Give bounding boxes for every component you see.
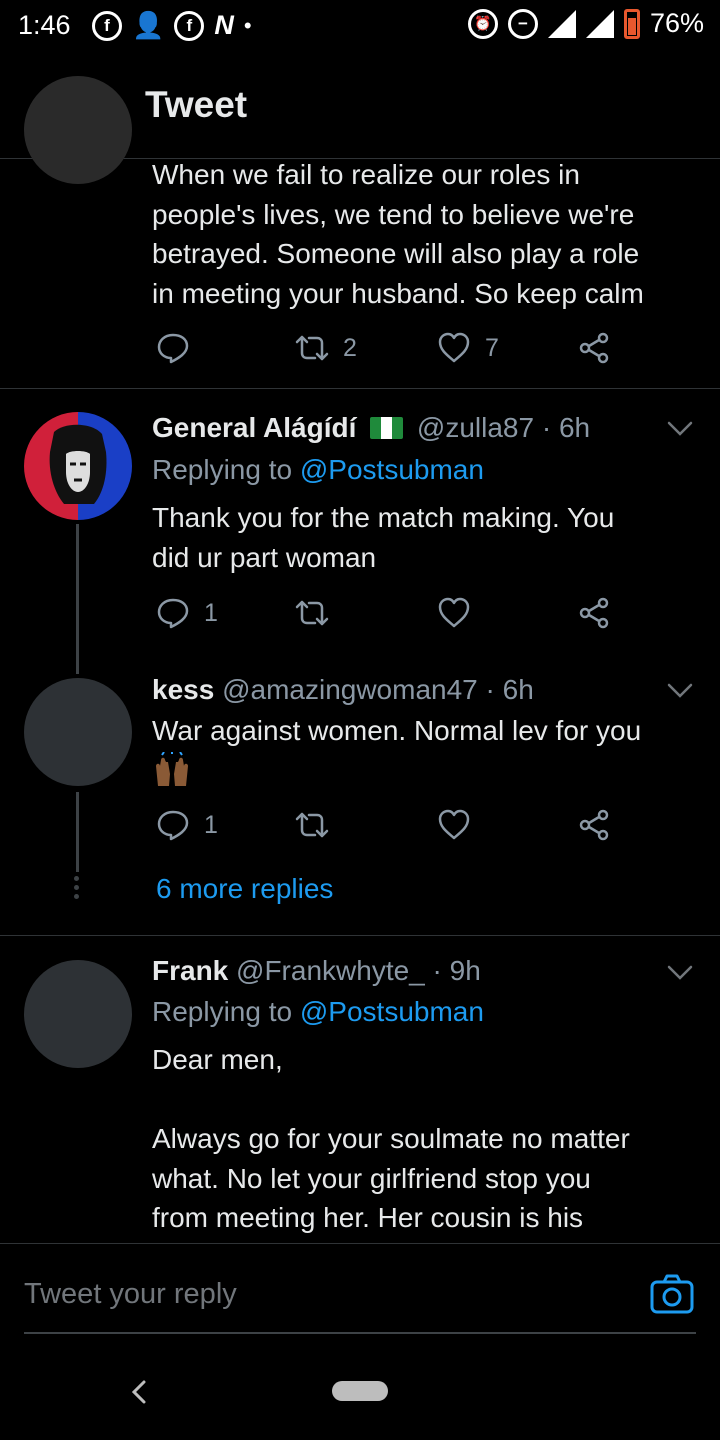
reply-button[interactable]: 1: [156, 596, 218, 630]
status-bar: 1:46 f 👤 f N • ⏰ − 76%: [0, 0, 720, 52]
share-button[interactable]: [577, 808, 611, 842]
page-title: Tweet: [145, 84, 248, 125]
display-name[interactable]: Frank: [152, 955, 228, 986]
divider: [0, 388, 720, 389]
avatar[interactable]: [24, 412, 132, 520]
thread-line: [76, 524, 79, 674]
reply-input[interactable]: Tweet your reply: [24, 1278, 237, 1311]
reply-text: War against women. Normal lev for you: [152, 715, 642, 746]
nigeria-flag-icon: [370, 417, 404, 439]
handle-time[interactable]: @zulla87 · 6h: [417, 412, 590, 443]
retweet-button[interactable]: 2: [295, 331, 357, 365]
handle-time[interactable]: @amazingwoman47 · 6h: [222, 674, 534, 705]
avatar[interactable]: [24, 960, 132, 1068]
reply-icon: [157, 333, 189, 364]
dot-icon: •: [243, 12, 252, 38]
replying-to: Replying to @Postsubman: [152, 996, 484, 1028]
reply-button[interactable]: 1: [156, 808, 218, 842]
heart-icon: [438, 332, 470, 363]
reply-underline: [24, 1332, 696, 1334]
do-not-disturb-icon: −: [507, 8, 538, 39]
camera-icon[interactable]: [650, 1274, 694, 1314]
more-replies-link[interactable]: 6 more replies: [156, 873, 333, 905]
reply-button[interactable]: [156, 331, 190, 365]
reply-count: 1: [204, 810, 218, 839]
reply-text: Dear men, Always go for your soulmate no…: [152, 1044, 630, 1233]
tweet-actions: 1: [152, 596, 622, 636]
chevron-down-icon[interactable]: [666, 414, 694, 442]
facebook-icon: f: [92, 10, 122, 41]
reply-icon: [157, 598, 189, 629]
reply-header: kess @amazingwoman47 · 6h: [152, 674, 534, 706]
thread-dots: [74, 876, 80, 900]
like-button[interactable]: [437, 596, 471, 630]
replying-to-prefix: Replying to: [152, 454, 300, 485]
home-pill[interactable]: [332, 1381, 388, 1401]
like-button[interactable]: 7: [437, 331, 499, 365]
tweet-text: When we fail to realize our roles in peo…: [152, 159, 644, 309]
retweet-icon: [295, 812, 329, 838]
display-name[interactable]: General Alágídí: [152, 412, 356, 443]
replying-to-link[interactable]: @Postsubman: [300, 454, 484, 485]
battery-level: 76%: [649, 8, 704, 38]
notification-icons: f 👤 f N •: [92, 10, 252, 41]
system-back-icon[interactable]: [128, 1378, 152, 1406]
like-button[interactable]: [437, 808, 471, 842]
display-name[interactable]: kess: [152, 674, 214, 705]
replying-to: Replying to @Postsubman: [152, 454, 484, 486]
chevron-down-icon[interactable]: [666, 958, 694, 986]
retweet-button[interactable]: [295, 596, 329, 630]
share-icon: [579, 597, 609, 629]
thread-line: [76, 792, 79, 872]
retweet-icon: [295, 335, 329, 361]
share-icon: [579, 809, 609, 841]
battery-icon: [623, 8, 640, 39]
status-time: 1:46: [18, 10, 71, 40]
tweet-actions: 1: [152, 808, 622, 848]
heart-icon: [438, 597, 470, 628]
reply-composer: Tweet your reply: [0, 1243, 720, 1343]
avatar[interactable]: [24, 678, 132, 786]
facebook-icon: f: [174, 10, 205, 41]
handle-time[interactable]: @Frankwhyte_ · 9h: [236, 955, 481, 986]
tweet-actions: 2 7: [152, 331, 622, 371]
portrait-image: [49, 424, 107, 504]
alarm-icon: ⏰: [467, 8, 498, 39]
share-button[interactable]: [577, 331, 611, 365]
signal-3g-icon: [585, 9, 614, 38]
reply-text: Thank you for the match making. You did …: [152, 502, 615, 573]
signal-icon: [547, 9, 576, 38]
like-count: 7: [485, 333, 499, 362]
add-person-icon: 👤: [132, 10, 165, 40]
reply-icon: [157, 810, 189, 841]
n-app-icon: N: [214, 10, 234, 40]
share-button[interactable]: [577, 596, 611, 630]
raising-hands-emoji: [156, 752, 188, 786]
replying-to-prefix: Replying to: [152, 996, 300, 1027]
replying-to-link[interactable]: @Postsubman: [300, 996, 484, 1027]
retweet-count: 2: [343, 333, 357, 362]
share-icon: [579, 332, 609, 364]
chevron-down-icon[interactable]: [666, 676, 694, 704]
retweet-button[interactable]: [295, 808, 329, 842]
avatar[interactable]: [24, 76, 132, 184]
reply-header: General Alágídí @zulla87 · 6h: [152, 412, 590, 444]
reply-count: 1: [204, 598, 218, 627]
system-nav-bar: [0, 1343, 720, 1440]
retweet-icon: [295, 600, 329, 626]
reply-header: Frank @Frankwhyte_ · 9h: [152, 955, 481, 987]
heart-icon: [438, 809, 470, 840]
divider: [0, 935, 720, 936]
